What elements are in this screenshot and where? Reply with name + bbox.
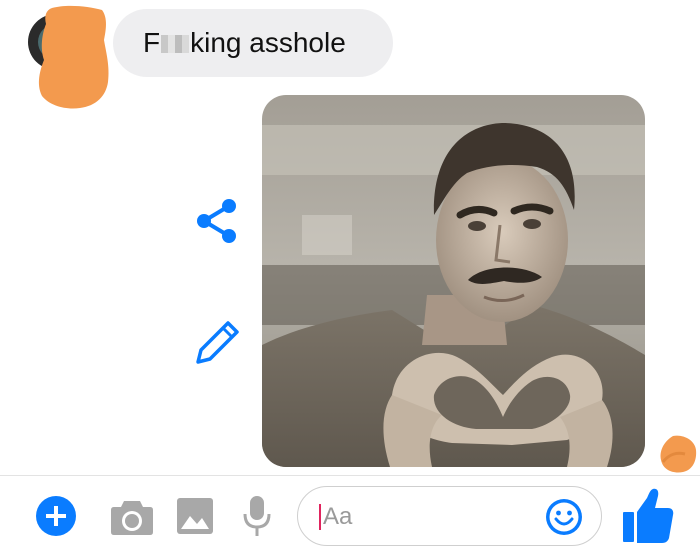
message-text-end: king asshole <box>190 27 346 58</box>
pencil-icon <box>196 321 239 364</box>
text-caret <box>319 504 321 530</box>
voice-message-button[interactable] <box>242 494 272 538</box>
emoji-icon[interactable] <box>545 498 583 536</box>
like-button[interactable] <box>622 488 674 544</box>
message-input[interactable]: Aa <box>297 486 602 546</box>
plus-icon <box>46 506 66 526</box>
redaction-scribble <box>38 5 109 109</box>
thumbs-up-icon <box>623 488 674 543</box>
microphone-icon <box>243 496 271 536</box>
camera-button[interactable] <box>110 498 154 536</box>
edit-button[interactable] <box>192 318 240 366</box>
message-input-placeholder: Aa <box>323 503 353 530</box>
share-button[interactable] <box>193 195 241 243</box>
composer-bar: Aa <box>0 475 700 560</box>
gallery-button[interactable] <box>175 496 215 536</box>
read-receipt-avatar <box>660 435 697 473</box>
camera-icon <box>111 501 153 535</box>
outgoing-photo-message[interactable] <box>262 95 645 467</box>
message-text-start: F <box>143 27 161 58</box>
gallery-icon <box>177 498 213 534</box>
share-icon <box>197 199 236 243</box>
sender-avatar[interactable] <box>28 5 109 109</box>
more-actions-button[interactable] <box>36 496 76 536</box>
incoming-message-bubble[interactable]: Fking asshole <box>113 9 393 77</box>
portrait-photo <box>262 95 645 467</box>
censor-pixelation <box>161 35 190 53</box>
chat-thread: Fking asshole <box>0 0 700 475</box>
